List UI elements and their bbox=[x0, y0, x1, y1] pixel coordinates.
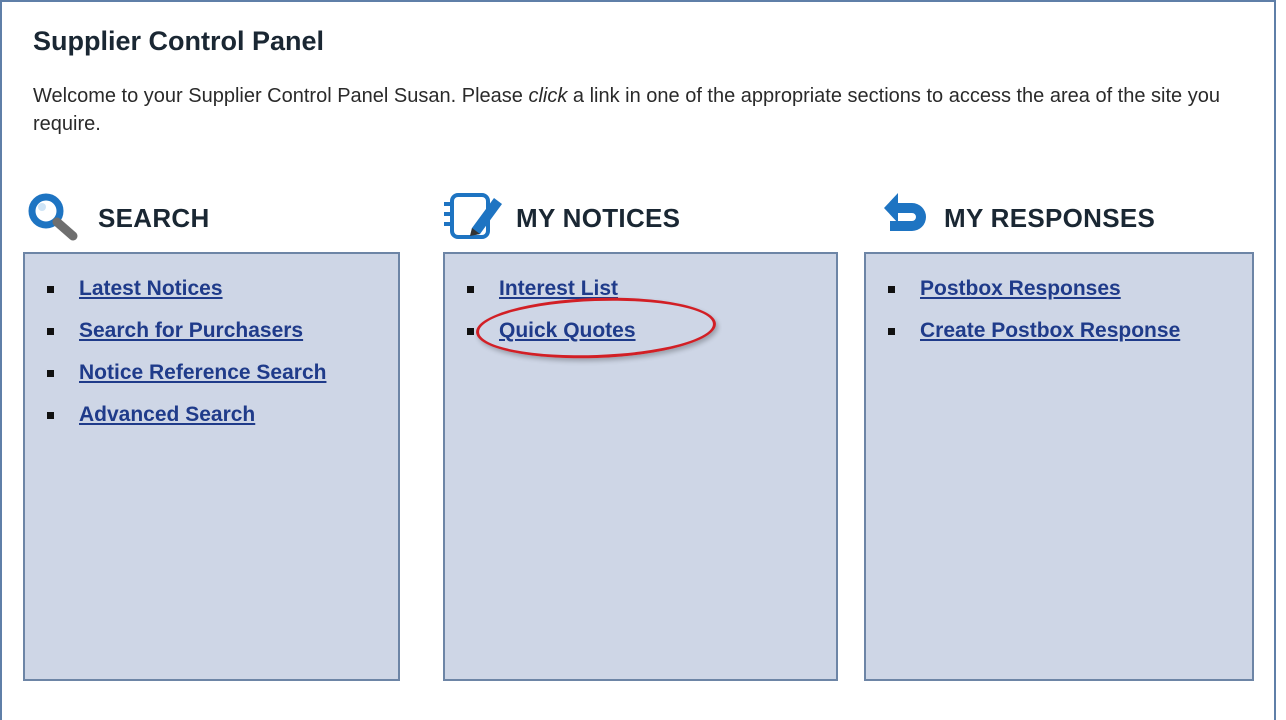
bullet-icon bbox=[888, 285, 895, 293]
bullet-icon bbox=[467, 327, 474, 335]
bullet-icon bbox=[47, 411, 54, 419]
link-search-for-purchasers[interactable]: Search for Purchasers bbox=[79, 319, 303, 343]
list-item: Interest List bbox=[467, 268, 836, 310]
welcome-text-emphasis: click bbox=[528, 85, 568, 107]
bullet-icon bbox=[467, 285, 474, 293]
bullet-icon bbox=[47, 369, 54, 377]
link-advanced-search[interactable]: Advanced Search bbox=[79, 403, 255, 427]
notices-link-list: Interest List Quick Quotes bbox=[445, 254, 836, 352]
list-item: Search for Purchasers bbox=[47, 310, 398, 352]
list-item: Postbox Responses bbox=[888, 268, 1252, 310]
section-box-search: Latest Notices Search for Purchasers Not… bbox=[23, 252, 400, 681]
bullet-icon bbox=[47, 327, 54, 335]
section-box-my-responses: Postbox Responses Create Postbox Respons… bbox=[864, 252, 1254, 681]
bullet-icon bbox=[47, 285, 54, 293]
notepad-pencil-icon bbox=[442, 190, 506, 247]
list-item: Notice Reference Search bbox=[47, 352, 398, 394]
section-heading-my-responses: MY RESPONSES bbox=[882, 190, 1155, 246]
link-interest-list[interactable]: Interest List bbox=[499, 277, 618, 301]
link-notice-reference-search[interactable]: Notice Reference Search bbox=[79, 361, 326, 385]
list-item: Latest Notices bbox=[47, 268, 398, 310]
section-heading-label: SEARCH bbox=[98, 202, 210, 233]
magnifier-icon bbox=[26, 191, 88, 246]
reply-arrow-icon bbox=[882, 191, 934, 246]
list-item: Advanced Search bbox=[47, 394, 398, 436]
list-item: Quick Quotes bbox=[467, 310, 836, 352]
link-create-postbox-response[interactable]: Create Postbox Response bbox=[920, 319, 1180, 343]
search-link-list: Latest Notices Search for Purchasers Not… bbox=[25, 254, 398, 436]
link-latest-notices[interactable]: Latest Notices bbox=[79, 277, 223, 301]
welcome-text: Welcome to your Supplier Control Panel S… bbox=[33, 82, 1253, 138]
responses-link-list: Postbox Responses Create Postbox Respons… bbox=[866, 254, 1252, 352]
link-quick-quotes[interactable]: Quick Quotes bbox=[499, 319, 636, 343]
section-heading-label: MY NOTICES bbox=[516, 202, 681, 233]
list-item: Create Postbox Response bbox=[888, 310, 1252, 352]
link-postbox-responses[interactable]: Postbox Responses bbox=[920, 277, 1121, 301]
section-heading-my-notices: MY NOTICES bbox=[442, 190, 680, 246]
welcome-text-part: Welcome to your Supplier Control Panel S… bbox=[33, 85, 529, 107]
section-heading-label: MY RESPONSES bbox=[944, 202, 1156, 233]
section-heading-search: SEARCH bbox=[26, 190, 210, 246]
section-box-my-notices: Interest List Quick Quotes bbox=[443, 252, 838, 681]
bullet-icon bbox=[888, 327, 895, 335]
page-title: Supplier Control Panel bbox=[33, 26, 325, 56]
